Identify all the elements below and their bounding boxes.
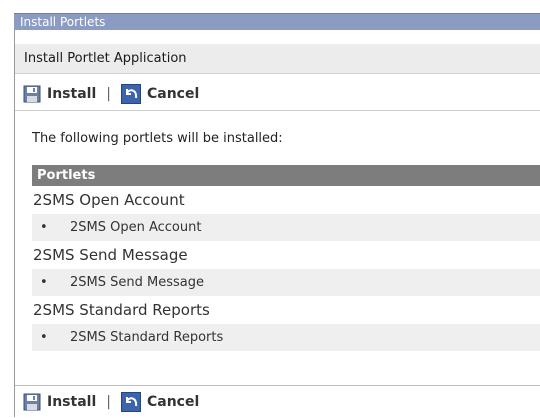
toolbar-separator: | xyxy=(106,394,111,410)
bottom-toolbar: Install | Cancel xyxy=(15,385,540,418)
portlet-item-label: 2SMS Open Account xyxy=(70,220,202,235)
intro-text: The following portlets will be installed… xyxy=(32,131,283,146)
panel-title: Install Portlet Application xyxy=(15,44,540,74)
install-label: Install xyxy=(47,86,97,102)
bullet-icon: • xyxy=(40,275,48,290)
window-title-bar: Install Portlets xyxy=(14,13,540,30)
bullet-icon: • xyxy=(40,220,48,235)
install-label: Install xyxy=(47,394,97,410)
portlet-item-label: 2SMS Send Message xyxy=(70,275,204,290)
top-toolbar: Install | Cancel xyxy=(15,79,540,109)
install-button[interactable]: Install xyxy=(23,85,96,103)
undo-arrow-icon xyxy=(120,392,141,412)
toolbar-divider xyxy=(15,110,540,111)
cancel-button-bottom[interactable]: Cancel xyxy=(120,392,200,412)
install-button-bottom[interactable]: Install xyxy=(23,393,96,411)
toolbar-separator: | xyxy=(106,86,111,102)
floppy-disk-icon xyxy=(23,393,41,411)
install-portlets-window: Install Portlets Install Portlet Applica… xyxy=(0,0,540,417)
table-header: Portlets xyxy=(32,165,540,186)
undo-arrow-icon xyxy=(120,84,141,104)
cancel-label: Cancel xyxy=(146,394,200,410)
install-panel: Install Portlet Application Install | Ca… xyxy=(14,30,540,417)
portlet-group-row: 2SMS Open Account xyxy=(32,186,540,214)
portlet-item-row: • 2SMS Open Account xyxy=(32,214,540,241)
portlets-table: Portlets 2SMS Open Account • 2SMS Open Ac… xyxy=(32,165,540,351)
floppy-disk-icon xyxy=(23,85,41,103)
bullet-icon: • xyxy=(40,330,48,345)
portlet-item-row: • 2SMS Standard Reports xyxy=(32,324,540,351)
cancel-button[interactable]: Cancel xyxy=(120,84,200,104)
portlet-group-row: 2SMS Standard Reports xyxy=(32,296,540,324)
portlet-item-label: 2SMS Standard Reports xyxy=(70,330,224,345)
cancel-label: Cancel xyxy=(146,86,200,102)
portlet-group-row: 2SMS Send Message xyxy=(32,241,540,269)
window-title: Install Portlets xyxy=(20,15,106,29)
portlet-item-row: • 2SMS Send Message xyxy=(32,269,540,296)
